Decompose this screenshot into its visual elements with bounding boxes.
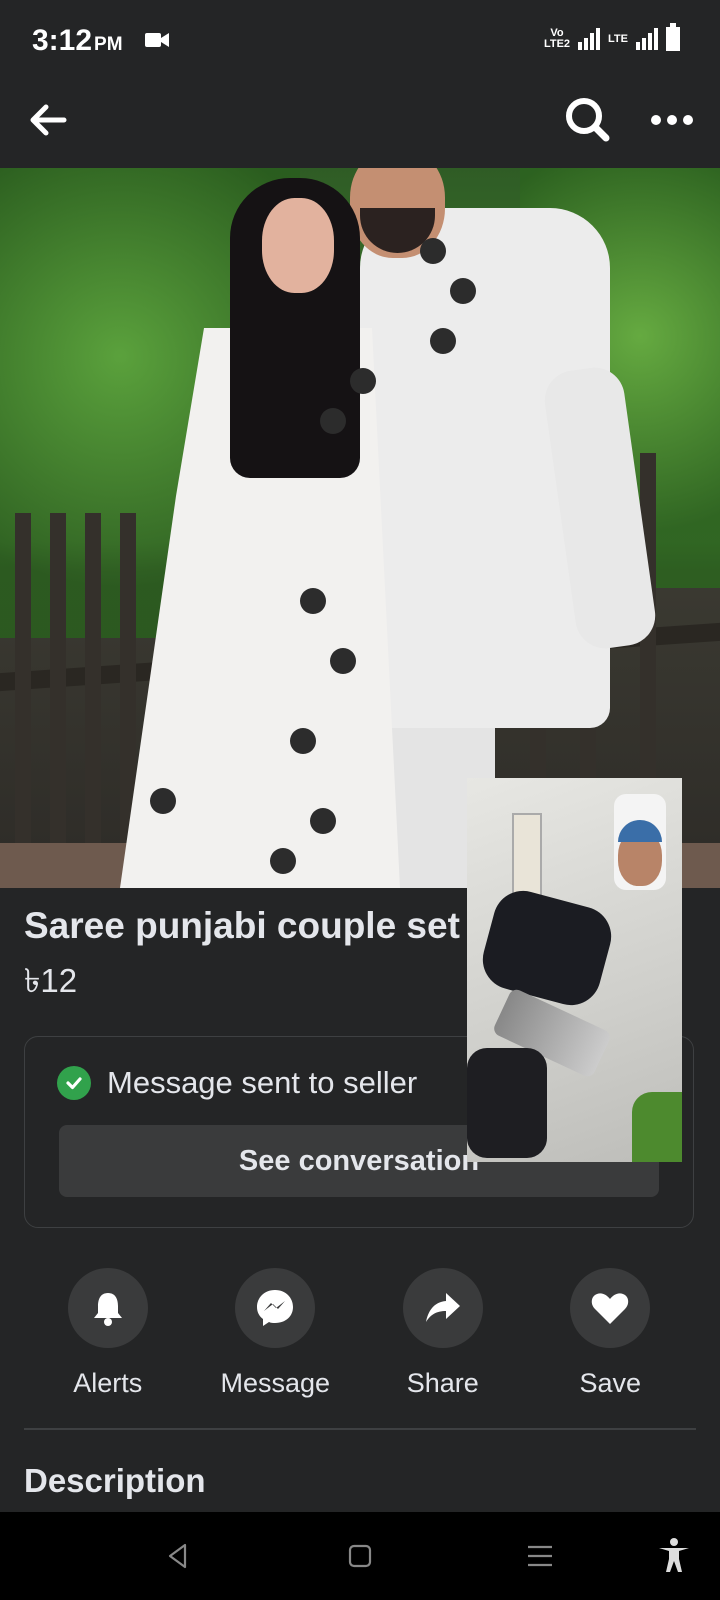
message-circle[interactable]: [235, 1268, 316, 1348]
battery-icon: [666, 23, 680, 51]
square-home-icon: [348, 1544, 372, 1568]
network-type: LTE: [608, 33, 628, 45]
messenger-icon: [257, 1290, 294, 1326]
alerts-label: Alerts: [73, 1368, 143, 1398]
status-bar: 3:12 PM Vo LTE2 LTE: [0, 0, 720, 80]
arrow-left-icon: [30, 104, 67, 136]
system-nav-bar: [0, 1512, 720, 1600]
nav-accessibility-button[interactable]: [646, 1528, 702, 1584]
video-call-overlay[interactable]: [467, 778, 682, 1162]
signal-icon-2: [636, 28, 658, 50]
menu-lines-icon: [528, 1545, 552, 1567]
bell-icon: [93, 1293, 122, 1326]
more-options-button[interactable]: [640, 92, 704, 148]
volte-indicator: Vo LTE2: [543, 27, 571, 50]
message-label: Message: [220, 1368, 331, 1398]
search-button[interactable]: [560, 92, 616, 148]
share-circle[interactable]: [402, 1268, 483, 1348]
product-info: Saree punjabi couple set ৳12: [24, 905, 464, 1011]
video-camera-icon: [145, 33, 169, 47]
status-indicators: Vo LTE2 LTE: [543, 23, 680, 54]
share-arrow-icon: [425, 1293, 460, 1322]
description-heading: Description: [24, 1462, 206, 1499]
status-time: 3:12 PM: [32, 24, 123, 57]
product-title: Saree punjabi couple set: [24, 905, 460, 946]
action-buttons: Alerts Message Share Save: [24, 1268, 694, 1418]
divider: [24, 1428, 696, 1430]
nav-home-button[interactable]: [332, 1528, 388, 1584]
share-label: Share: [406, 1368, 479, 1398]
more-horizontal-icon: [651, 115, 661, 125]
share-button[interactable]: Share: [359, 1268, 527, 1418]
accessibility-icon: [659, 1538, 689, 1572]
signal-icon: [578, 28, 601, 50]
triangle-back-icon: [168, 1543, 187, 1569]
app-bar: [0, 80, 720, 168]
message-sent-text: Message sent to seller: [107, 1065, 418, 1100]
nav-back-button[interactable]: [150, 1528, 206, 1584]
product-price: ৳12: [24, 962, 78, 999]
alerts-button[interactable]: Alerts: [24, 1268, 192, 1418]
save-circle[interactable]: [570, 1268, 651, 1348]
alerts-circle[interactable]: [67, 1268, 148, 1348]
save-label: Save: [579, 1368, 642, 1398]
check-circle-icon: [57, 1066, 91, 1100]
message-sent-row: Message sent to seller: [57, 1065, 417, 1101]
search-icon: [566, 98, 610, 142]
nav-recents-button[interactable]: [512, 1528, 568, 1584]
message-button[interactable]: Message: [192, 1268, 360, 1418]
heart-icon: [592, 1293, 629, 1324]
save-button[interactable]: Save: [527, 1268, 695, 1418]
self-view-thumbnail[interactable]: [614, 794, 666, 890]
back-button[interactable]: [24, 96, 72, 144]
